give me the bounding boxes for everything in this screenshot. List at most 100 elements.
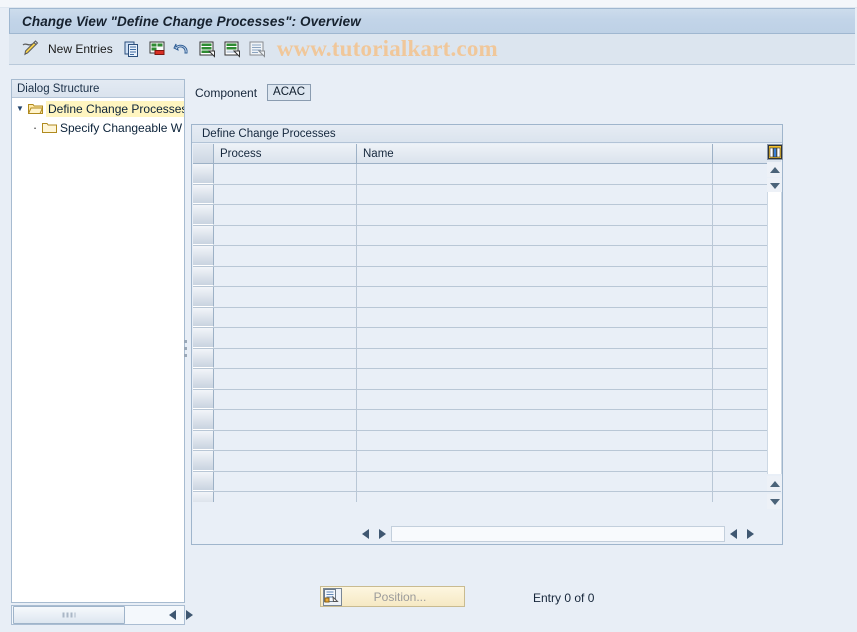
- table-scroll-right-page-button[interactable]: [725, 525, 742, 543]
- undo-icon[interactable]: [171, 38, 193, 60]
- table-row[interactable]: [193, 410, 781, 431]
- row-selector-cell[interactable]: [193, 369, 214, 389]
- cell-name[interactable]: [357, 389, 713, 409]
- cell-process[interactable]: [214, 410, 357, 430]
- component-value[interactable]: ACAC: [267, 84, 311, 101]
- cell-process[interactable]: [214, 389, 357, 409]
- cell-process[interactable]: [214, 492, 357, 502]
- table-row[interactable]: [193, 307, 781, 328]
- select-all-column-header[interactable]: [193, 144, 214, 163]
- table-hscroll-track[interactable]: [391, 526, 725, 542]
- table-row[interactable]: [193, 348, 781, 369]
- table-scroll-left-page-button[interactable]: [374, 525, 391, 543]
- table-row[interactable]: [193, 369, 781, 390]
- cell-process[interactable]: [214, 451, 357, 471]
- cell-name[interactable]: [357, 287, 713, 307]
- cell-process[interactable]: [214, 164, 357, 184]
- table-settings-icon[interactable]: [767, 144, 783, 160]
- cell-process[interactable]: [214, 246, 357, 266]
- cell-name[interactable]: [357, 369, 713, 389]
- cell-process[interactable]: [214, 471, 357, 491]
- scroll-left-button[interactable]: [164, 606, 181, 624]
- cell-name[interactable]: [357, 410, 713, 430]
- cell-name[interactable]: [357, 430, 713, 450]
- cell-name[interactable]: [357, 266, 713, 286]
- select-block-icon[interactable]: [246, 38, 268, 60]
- tree-scroll-thumb[interactable]: [13, 606, 125, 624]
- row-selector-cell[interactable]: [193, 184, 214, 204]
- cell-name[interactable]: [357, 246, 713, 266]
- new-entries-label[interactable]: New Entries: [48, 42, 113, 56]
- row-selector-cell[interactable]: [193, 389, 214, 409]
- row-selector-cell[interactable]: [193, 307, 214, 327]
- cell-name[interactable]: [357, 205, 713, 225]
- cell-name[interactable]: [357, 225, 713, 245]
- cell-process[interactable]: [214, 266, 357, 286]
- cell-process[interactable]: [214, 348, 357, 368]
- deselect-all-icon[interactable]: [221, 38, 243, 60]
- table-row[interactable]: [193, 492, 781, 502]
- table-row[interactable]: [193, 164, 781, 185]
- column-header-process[interactable]: Process: [214, 144, 357, 163]
- table-row[interactable]: [193, 430, 781, 451]
- cell-name[interactable]: [357, 307, 713, 327]
- table-vertical-scroll-track[interactable]: [767, 192, 782, 474]
- row-selector-cell[interactable]: [193, 164, 214, 184]
- cell-process[interactable]: [214, 225, 357, 245]
- row-selector-cell[interactable]: [193, 246, 214, 266]
- cell-name[interactable]: [357, 164, 713, 184]
- cell-process[interactable]: [214, 328, 357, 348]
- cell-process[interactable]: [214, 307, 357, 327]
- cell-name[interactable]: [357, 492, 713, 502]
- table-scroll-left-button[interactable]: [357, 525, 374, 543]
- panel-splitter-handle[interactable]: [184, 340, 188, 362]
- table-row[interactable]: [193, 471, 781, 492]
- table-scroll-up-button[interactable]: [767, 162, 782, 177]
- table-row[interactable]: [193, 328, 781, 349]
- position-button[interactable]: Position...: [320, 586, 465, 607]
- row-selector-cell[interactable]: [193, 348, 214, 368]
- table-row[interactable]: [193, 389, 781, 410]
- row-selector-cell[interactable]: [193, 328, 214, 348]
- cell-process[interactable]: [214, 205, 357, 225]
- table-scroll-right-button[interactable]: [742, 525, 759, 543]
- cell-name[interactable]: [357, 451, 713, 471]
- cell-process[interactable]: [214, 430, 357, 450]
- cell-name[interactable]: [357, 471, 713, 491]
- cell-process[interactable]: [214, 184, 357, 204]
- delete-icon[interactable]: [146, 38, 168, 60]
- tree-item-specify-changeable-w[interactable]: · Specify Changeable W: [12, 118, 184, 137]
- row-selector-cell[interactable]: [193, 471, 214, 491]
- cell-name[interactable]: [357, 328, 713, 348]
- copy-as-icon[interactable]: [121, 38, 143, 60]
- cell-name[interactable]: [357, 348, 713, 368]
- cell-name[interactable]: [357, 184, 713, 204]
- row-selector-cell[interactable]: [193, 410, 214, 430]
- column-header-name[interactable]: Name: [357, 144, 713, 163]
- tree-item-define-change-processes[interactable]: ▼ Define Change Processes: [12, 99, 184, 118]
- row-selector-cell[interactable]: [193, 266, 214, 286]
- site-watermark: www.tutorialkart.com: [276, 36, 498, 61]
- table-row[interactable]: [193, 266, 781, 287]
- chevron-down-icon[interactable]: ▼: [12, 104, 28, 113]
- cell-process[interactable]: [214, 369, 357, 389]
- row-selector-cell[interactable]: [193, 492, 214, 502]
- row-selector-cell[interactable]: [193, 451, 214, 471]
- table-page-down-button[interactable]: [767, 494, 782, 509]
- row-selector-cell[interactable]: [193, 430, 214, 450]
- table-row[interactable]: [193, 246, 781, 267]
- table-row[interactable]: [193, 205, 781, 226]
- select-all-icon[interactable]: [196, 38, 218, 60]
- table-row[interactable]: [193, 287, 781, 308]
- row-selector-cell[interactable]: [193, 205, 214, 225]
- table-row[interactable]: [193, 184, 781, 205]
- table-scroll-down-button[interactable]: [767, 178, 782, 193]
- row-selector-cell[interactable]: [193, 287, 214, 307]
- table-row[interactable]: [193, 451, 781, 472]
- cell-process[interactable]: [214, 287, 357, 307]
- table-title: Define Change Processes: [192, 125, 782, 143]
- row-selector-cell[interactable]: [193, 225, 214, 245]
- table-row[interactable]: [193, 225, 781, 246]
- table-page-up-button[interactable]: [767, 476, 782, 491]
- pencil-display-change-icon[interactable]: [19, 38, 41, 60]
